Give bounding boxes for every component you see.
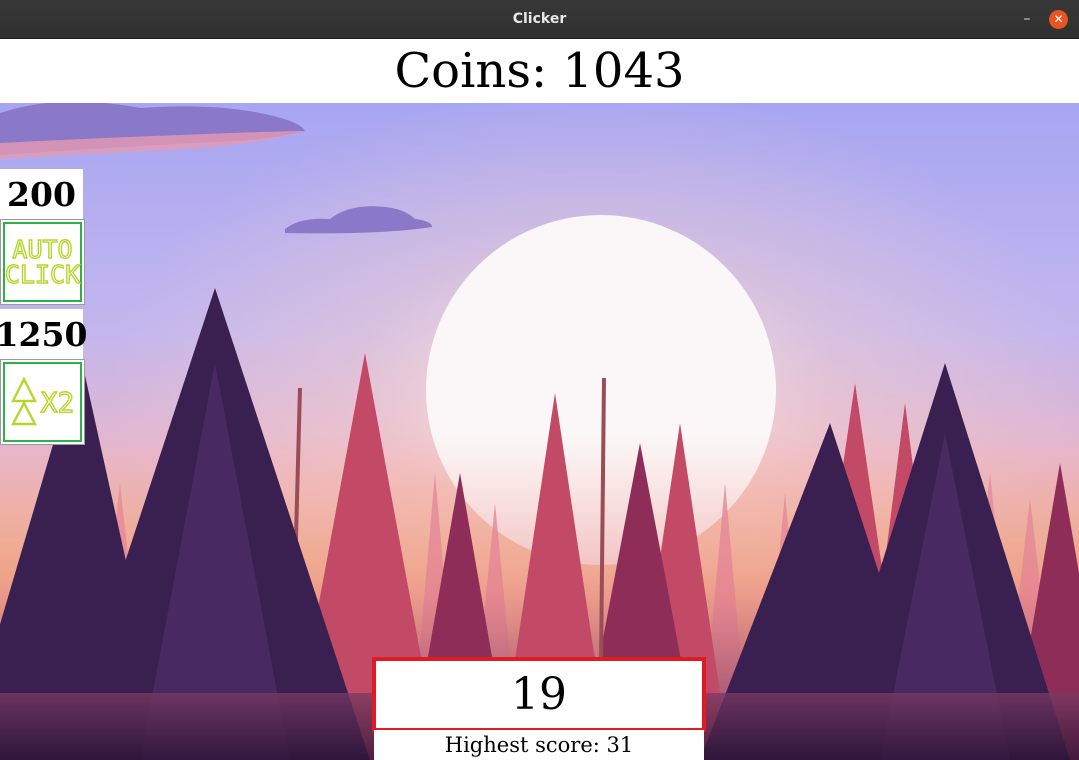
autoclick-button[interactable]: AUTO CLICK — [0, 219, 85, 305]
autoclick-icon: AUTO CLICK — [3, 222, 82, 302]
coins-counter: Coins: 1043 — [394, 43, 685, 99]
autoclick-label-line2: CLICK — [4, 260, 81, 289]
highest-score: Highest score: 31 — [374, 730, 704, 760]
window-titlebar: Clicker – ✕ — [0, 0, 1079, 39]
click-score: 19 — [511, 669, 567, 720]
window-title: Clicker — [512, 11, 567, 27]
click-target[interactable]: 19 — [372, 657, 706, 732]
tree-icon — [10, 377, 37, 426]
coins-header: Coins: 1043 — [0, 39, 1079, 103]
close-button[interactable]: ✕ — [1049, 10, 1068, 29]
multiplier-price: 1250 — [0, 309, 87, 359]
minimize-button[interactable]: – — [1019, 11, 1035, 27]
autoclick-label-line1: AUTO — [12, 235, 74, 264]
autoclick-price: 200 — [0, 169, 83, 219]
multiplier-label: X2 — [40, 385, 75, 419]
multiplier-button[interactable]: X2 — [0, 359, 85, 445]
